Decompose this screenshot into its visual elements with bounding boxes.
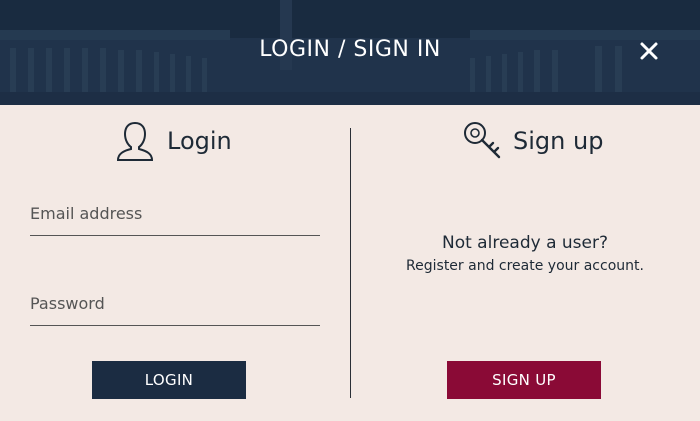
email-field-wrapper: [30, 204, 320, 236]
password-field-wrapper: [30, 294, 320, 326]
signup-button[interactable]: SIGN UP: [447, 361, 601, 399]
login-heading-label: Login: [167, 127, 232, 155]
signup-question: Not already a user?: [442, 233, 608, 253]
modal-title: LOGIN / SIGN IN: [259, 37, 441, 62]
email-input[interactable]: [30, 204, 320, 236]
key-icon: [464, 122, 501, 159]
login-signin-modal: LOGIN / SIGN IN Login LOGIN Sign up Not …: [0, 0, 700, 421]
signup-heading-label: Sign up: [513, 127, 604, 155]
modal-header: LOGIN / SIGN IN: [0, 0, 700, 105]
password-input[interactable]: [30, 294, 320, 326]
login-button[interactable]: LOGIN: [92, 361, 246, 399]
login-heading: Login: [115, 120, 232, 162]
signup-subtext: Register and create your account.: [406, 258, 644, 274]
user-icon: [116, 121, 154, 161]
signup-heading: Sign up: [462, 120, 603, 162]
close-icon[interactable]: [636, 38, 662, 64]
